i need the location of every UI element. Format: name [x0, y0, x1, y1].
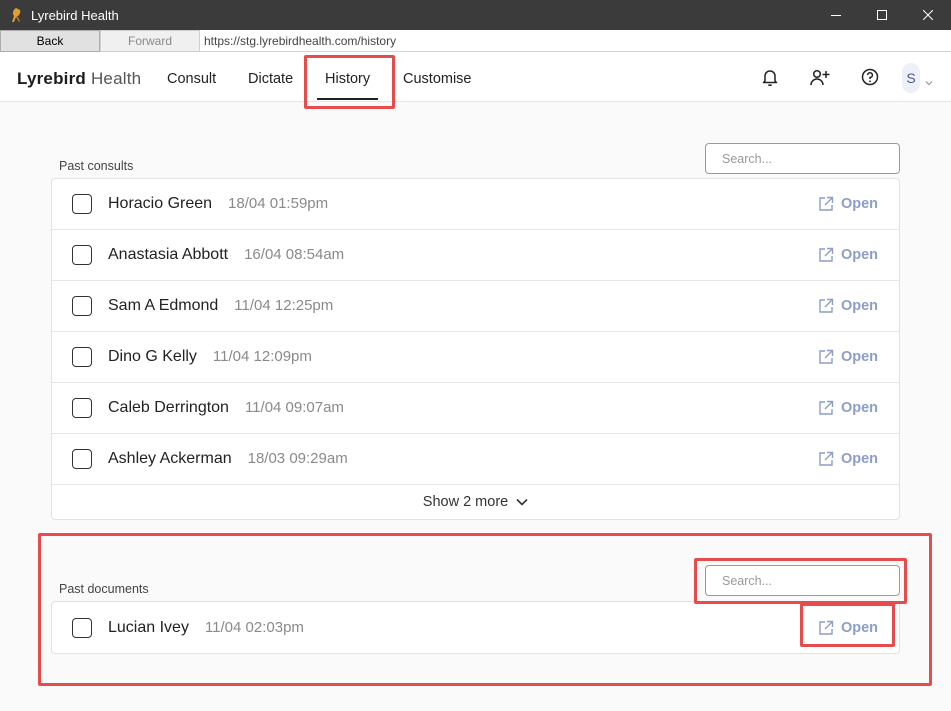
window-titlebar: Lyrebird Health	[0, 0, 951, 30]
show-more-label: Show 2 more	[422, 494, 509, 510]
maximize-icon[interactable]	[859, 0, 905, 30]
avatar[interactable]: S	[902, 63, 920, 93]
documents-search-input[interactable]	[705, 565, 900, 596]
patient-name: Dino G Kelly	[108, 348, 197, 365]
past-documents-list: Lucian Ivey 11/04 02:03pm Open	[51, 601, 900, 654]
patient-name: Horacio Green	[108, 195, 213, 212]
list-item[interactable]: Caleb Derrington 11/04 09:07am Open	[52, 383, 899, 434]
patient-name: Lucian Ivey	[108, 618, 189, 636]
open-button[interactable]: Open	[818, 400, 878, 416]
tab-customise[interactable]: Customise	[403, 71, 472, 87]
past-documents-label: Past documents	[59, 582, 149, 596]
bell-icon[interactable]	[758, 65, 782, 89]
row-checkbox[interactable]	[72, 194, 92, 214]
logo-bold: Lyrebird	[17, 69, 86, 88]
consult-time: 11/04 12:25pm	[234, 297, 334, 314]
patient-name: Ashley Ackerman	[108, 450, 232, 467]
open-button[interactable]: Open	[818, 196, 878, 212]
patient-name: Caleb Derrington	[108, 399, 229, 416]
main-content: Past consults Horacio Green 18/04 01:59pm…	[0, 102, 951, 711]
open-label: Open	[840, 298, 878, 314]
row-checkbox[interactable]	[72, 296, 92, 316]
open-button[interactable]: Open	[818, 451, 878, 467]
open-label: Open	[840, 349, 878, 365]
past-consults-label: Past consults	[59, 159, 134, 173]
row-checkbox[interactable]	[72, 245, 92, 265]
app-header: Lyrebird Health Consult Dictate History …	[0, 53, 951, 102]
external-link-icon	[819, 620, 834, 635]
row-checkbox[interactable]	[72, 449, 92, 469]
help-icon[interactable]	[858, 65, 882, 89]
back-button[interactable]: Back	[0, 29, 100, 52]
forward-button[interactable]: Forward	[100, 29, 200, 52]
minimize-icon[interactable]	[813, 0, 859, 30]
consult-time: 16/04 08:54am	[244, 246, 345, 263]
list-item[interactable]: Ashley Ackerman 18/03 09:29am Open	[52, 434, 899, 485]
address-bar[interactable]: https://stg.lyrebirdhealth.com/history	[204, 34, 396, 48]
open-label: Open	[840, 400, 878, 416]
lyrebird-icon	[9, 7, 23, 23]
patient-name: Anastasia Abbott	[108, 246, 229, 263]
patient-name: Sam A Edmond	[108, 297, 219, 314]
add-user-icon[interactable]	[808, 65, 832, 89]
external-link-icon	[819, 298, 834, 313]
past-consults-list: Horacio Green 18/04 01:59pm Open Anastasi…	[51, 178, 900, 520]
row-checkbox[interactable]	[72, 617, 92, 638]
open-label: Open	[840, 247, 878, 263]
consult-time: 18/04 01:59pm	[228, 195, 329, 212]
logo-light: Health	[90, 69, 142, 88]
external-link-icon	[819, 451, 834, 466]
consult-time: 18/03 09:29am	[247, 450, 348, 467]
row-checkbox[interactable]	[72, 398, 92, 418]
browser-navbar: Back Forward https://stg.lyrebirdhealth.…	[0, 29, 951, 52]
list-item[interactable]: Horacio Green 18/04 01:59pm Open	[52, 179, 899, 230]
consult-time: 11/04 12:09pm	[212, 348, 312, 365]
tab-consult[interactable]: Consult	[167, 71, 216, 87]
external-link-icon	[819, 247, 834, 262]
open-button[interactable]: Open	[818, 620, 878, 636]
tab-dictate[interactable]: Dictate	[248, 71, 293, 87]
external-link-icon	[819, 196, 834, 211]
consult-time: 11/04 09:07am	[244, 399, 344, 416]
external-link-icon	[819, 400, 834, 415]
chevron-down-icon[interactable]	[925, 73, 933, 91]
row-checkbox[interactable]	[72, 347, 92, 367]
list-item[interactable]: Lucian Ivey 11/04 02:03pm Open	[52, 602, 899, 653]
open-label: Open	[840, 619, 878, 636]
list-item[interactable]: Anastasia Abbott 16/04 08:54am Open	[52, 230, 899, 281]
list-item[interactable]: Dino G Kelly 11/04 12:09pm Open	[52, 332, 899, 383]
open-label: Open	[840, 451, 878, 467]
external-link-icon	[819, 349, 834, 364]
window-title: Lyrebird Health	[31, 7, 119, 23]
close-icon[interactable]	[905, 0, 951, 30]
tab-history[interactable]: History	[316, 71, 379, 100]
consults-search-input[interactable]	[705, 143, 900, 174]
open-button[interactable]: Open	[818, 247, 878, 263]
show-more-button[interactable]: Show 2 more	[52, 485, 899, 519]
open-label: Open	[840, 196, 878, 212]
open-button[interactable]: Open	[818, 349, 878, 365]
list-item[interactable]: Sam A Edmond 11/04 12:25pm Open	[52, 281, 899, 332]
document-time: 11/04 02:03pm	[204, 618, 304, 636]
chevron-down-icon	[516, 498, 528, 506]
open-button[interactable]: Open	[818, 298, 878, 314]
logo[interactable]: Lyrebird Health	[17, 69, 141, 89]
